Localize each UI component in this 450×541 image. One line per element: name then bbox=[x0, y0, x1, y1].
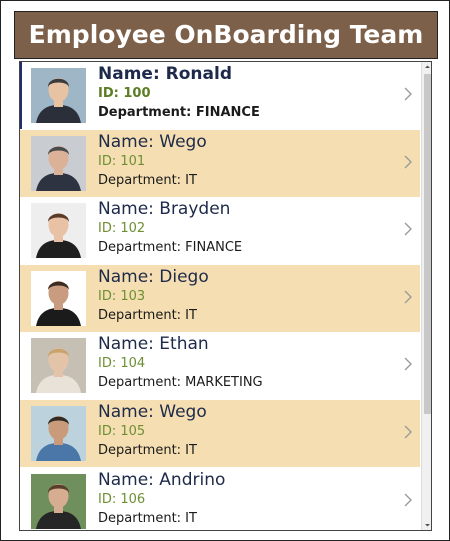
employee-id: ID: 100 bbox=[98, 86, 151, 101]
employee-name: Name: Ronald bbox=[98, 64, 232, 84]
scrollbar-thumb[interactable] bbox=[424, 74, 431, 414]
employee-department: Department: IT bbox=[98, 172, 197, 188]
employee-photo bbox=[31, 338, 86, 394]
employee-department: Department: IT bbox=[98, 307, 197, 323]
employee-department: Department: FINANCE bbox=[98, 240, 243, 256]
employee-row[interactable]: Name: Diego ID: 103 Department: IT bbox=[20, 264, 420, 332]
chevron-right-icon[interactable] bbox=[400, 490, 416, 510]
chevron-right-icon[interactable] bbox=[400, 84, 416, 104]
employee-row[interactable]: Name: Brayden ID: 102 Department: FINANCE bbox=[20, 197, 420, 264]
employee-name: Name: Diego bbox=[98, 266, 209, 287]
employee-photo bbox=[31, 135, 86, 191]
employee-gallery[interactable]: Name: Ronald ID: 100 Department: FINANCE Na… bbox=[19, 61, 432, 531]
employee-id: ID: 101 bbox=[98, 153, 146, 169]
scroll-up-arrow-icon[interactable] bbox=[422, 62, 432, 72]
employee-row[interactable]: Name: Wego ID: 105 Department: IT bbox=[20, 400, 420, 467]
employee-name: Name: Andrino bbox=[98, 469, 226, 490]
employee-photo bbox=[31, 68, 86, 123]
chevron-right-icon[interactable] bbox=[400, 287, 416, 307]
page-title: Employee OnBoarding Team bbox=[14, 11, 438, 59]
employee-row[interactable]: Name: Ronald ID: 100 Department: FINANCE bbox=[20, 62, 420, 129]
employee-id: ID: 106 bbox=[98, 491, 146, 507]
employee-id: ID: 104 bbox=[98, 356, 146, 372]
employee-department: Department: IT bbox=[98, 443, 197, 458]
employee-row[interactable]: Name: Ethan ID: 104 Department: MARKETING bbox=[20, 332, 420, 399]
chevron-right-icon[interactable] bbox=[400, 152, 416, 172]
employee-id: ID: 102 bbox=[98, 221, 146, 237]
employee-photo bbox=[31, 203, 86, 259]
chevron-right-icon[interactable] bbox=[400, 219, 416, 239]
scroll-down-arrow-icon[interactable] bbox=[422, 520, 432, 530]
chevron-right-icon[interactable] bbox=[400, 354, 416, 374]
employee-department: Department: MARKETING bbox=[98, 375, 263, 391]
employee-row[interactable]: Name: Andrino ID: 106 Department: IT bbox=[20, 468, 420, 530]
employee-department: Department: FINANCE bbox=[98, 105, 260, 120]
employee-name: Name: Ethan bbox=[98, 334, 209, 355]
employee-department: Department: IT bbox=[98, 510, 197, 526]
app-frame: Employee OnBoarding Team Name: Ronald ID:… bbox=[0, 0, 450, 541]
employee-name: Name: Wego bbox=[98, 402, 207, 422]
employee-id: ID: 105 bbox=[98, 424, 146, 439]
employee-row[interactable]: Name: Wego ID: 101 Department: IT bbox=[20, 129, 420, 197]
employee-name: Name: Wego bbox=[98, 131, 207, 152]
employee-name: Name: Brayden bbox=[98, 199, 231, 220]
vertical-scrollbar[interactable] bbox=[421, 62, 432, 530]
employee-photo bbox=[31, 406, 86, 461]
employee-id: ID: 103 bbox=[98, 288, 146, 304]
chevron-right-icon[interactable] bbox=[400, 422, 416, 442]
employee-photo bbox=[31, 473, 86, 529]
employee-photo bbox=[31, 270, 86, 326]
